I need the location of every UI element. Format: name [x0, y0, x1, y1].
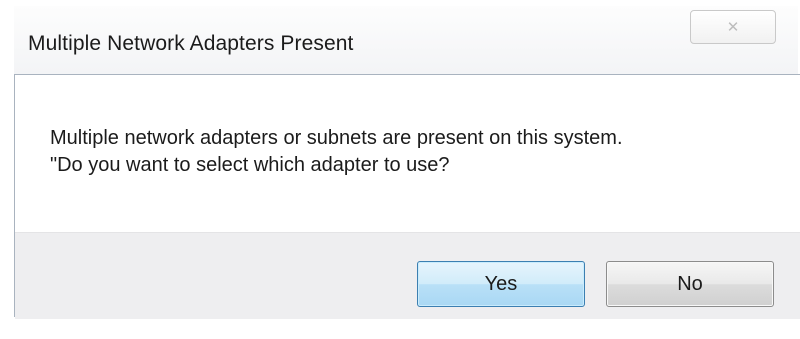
- message-area: Multiple network adapters or subnets are…: [15, 75, 800, 232]
- title-bar[interactable]: Multiple Network Adapters Present: [14, 6, 798, 74]
- dialog-window: Multiple Network Adapters Present ✕ Mult…: [0, 0, 800, 339]
- yes-button[interactable]: Yes: [417, 261, 585, 307]
- button-bar: Yes No: [15, 232, 800, 319]
- close-icon: ✕: [726, 17, 740, 36]
- dialog-content: Multiple network adapters or subnets are…: [14, 74, 800, 319]
- message-line-1: Multiple network adapters or subnets are…: [50, 127, 623, 149]
- close-button[interactable]: ✕: [690, 10, 776, 44]
- message-line-2: "Do you want to select which adapter to …: [50, 154, 450, 176]
- dialog-title: Multiple Network Adapters Present: [28, 32, 354, 55]
- no-button[interactable]: No: [606, 261, 774, 307]
